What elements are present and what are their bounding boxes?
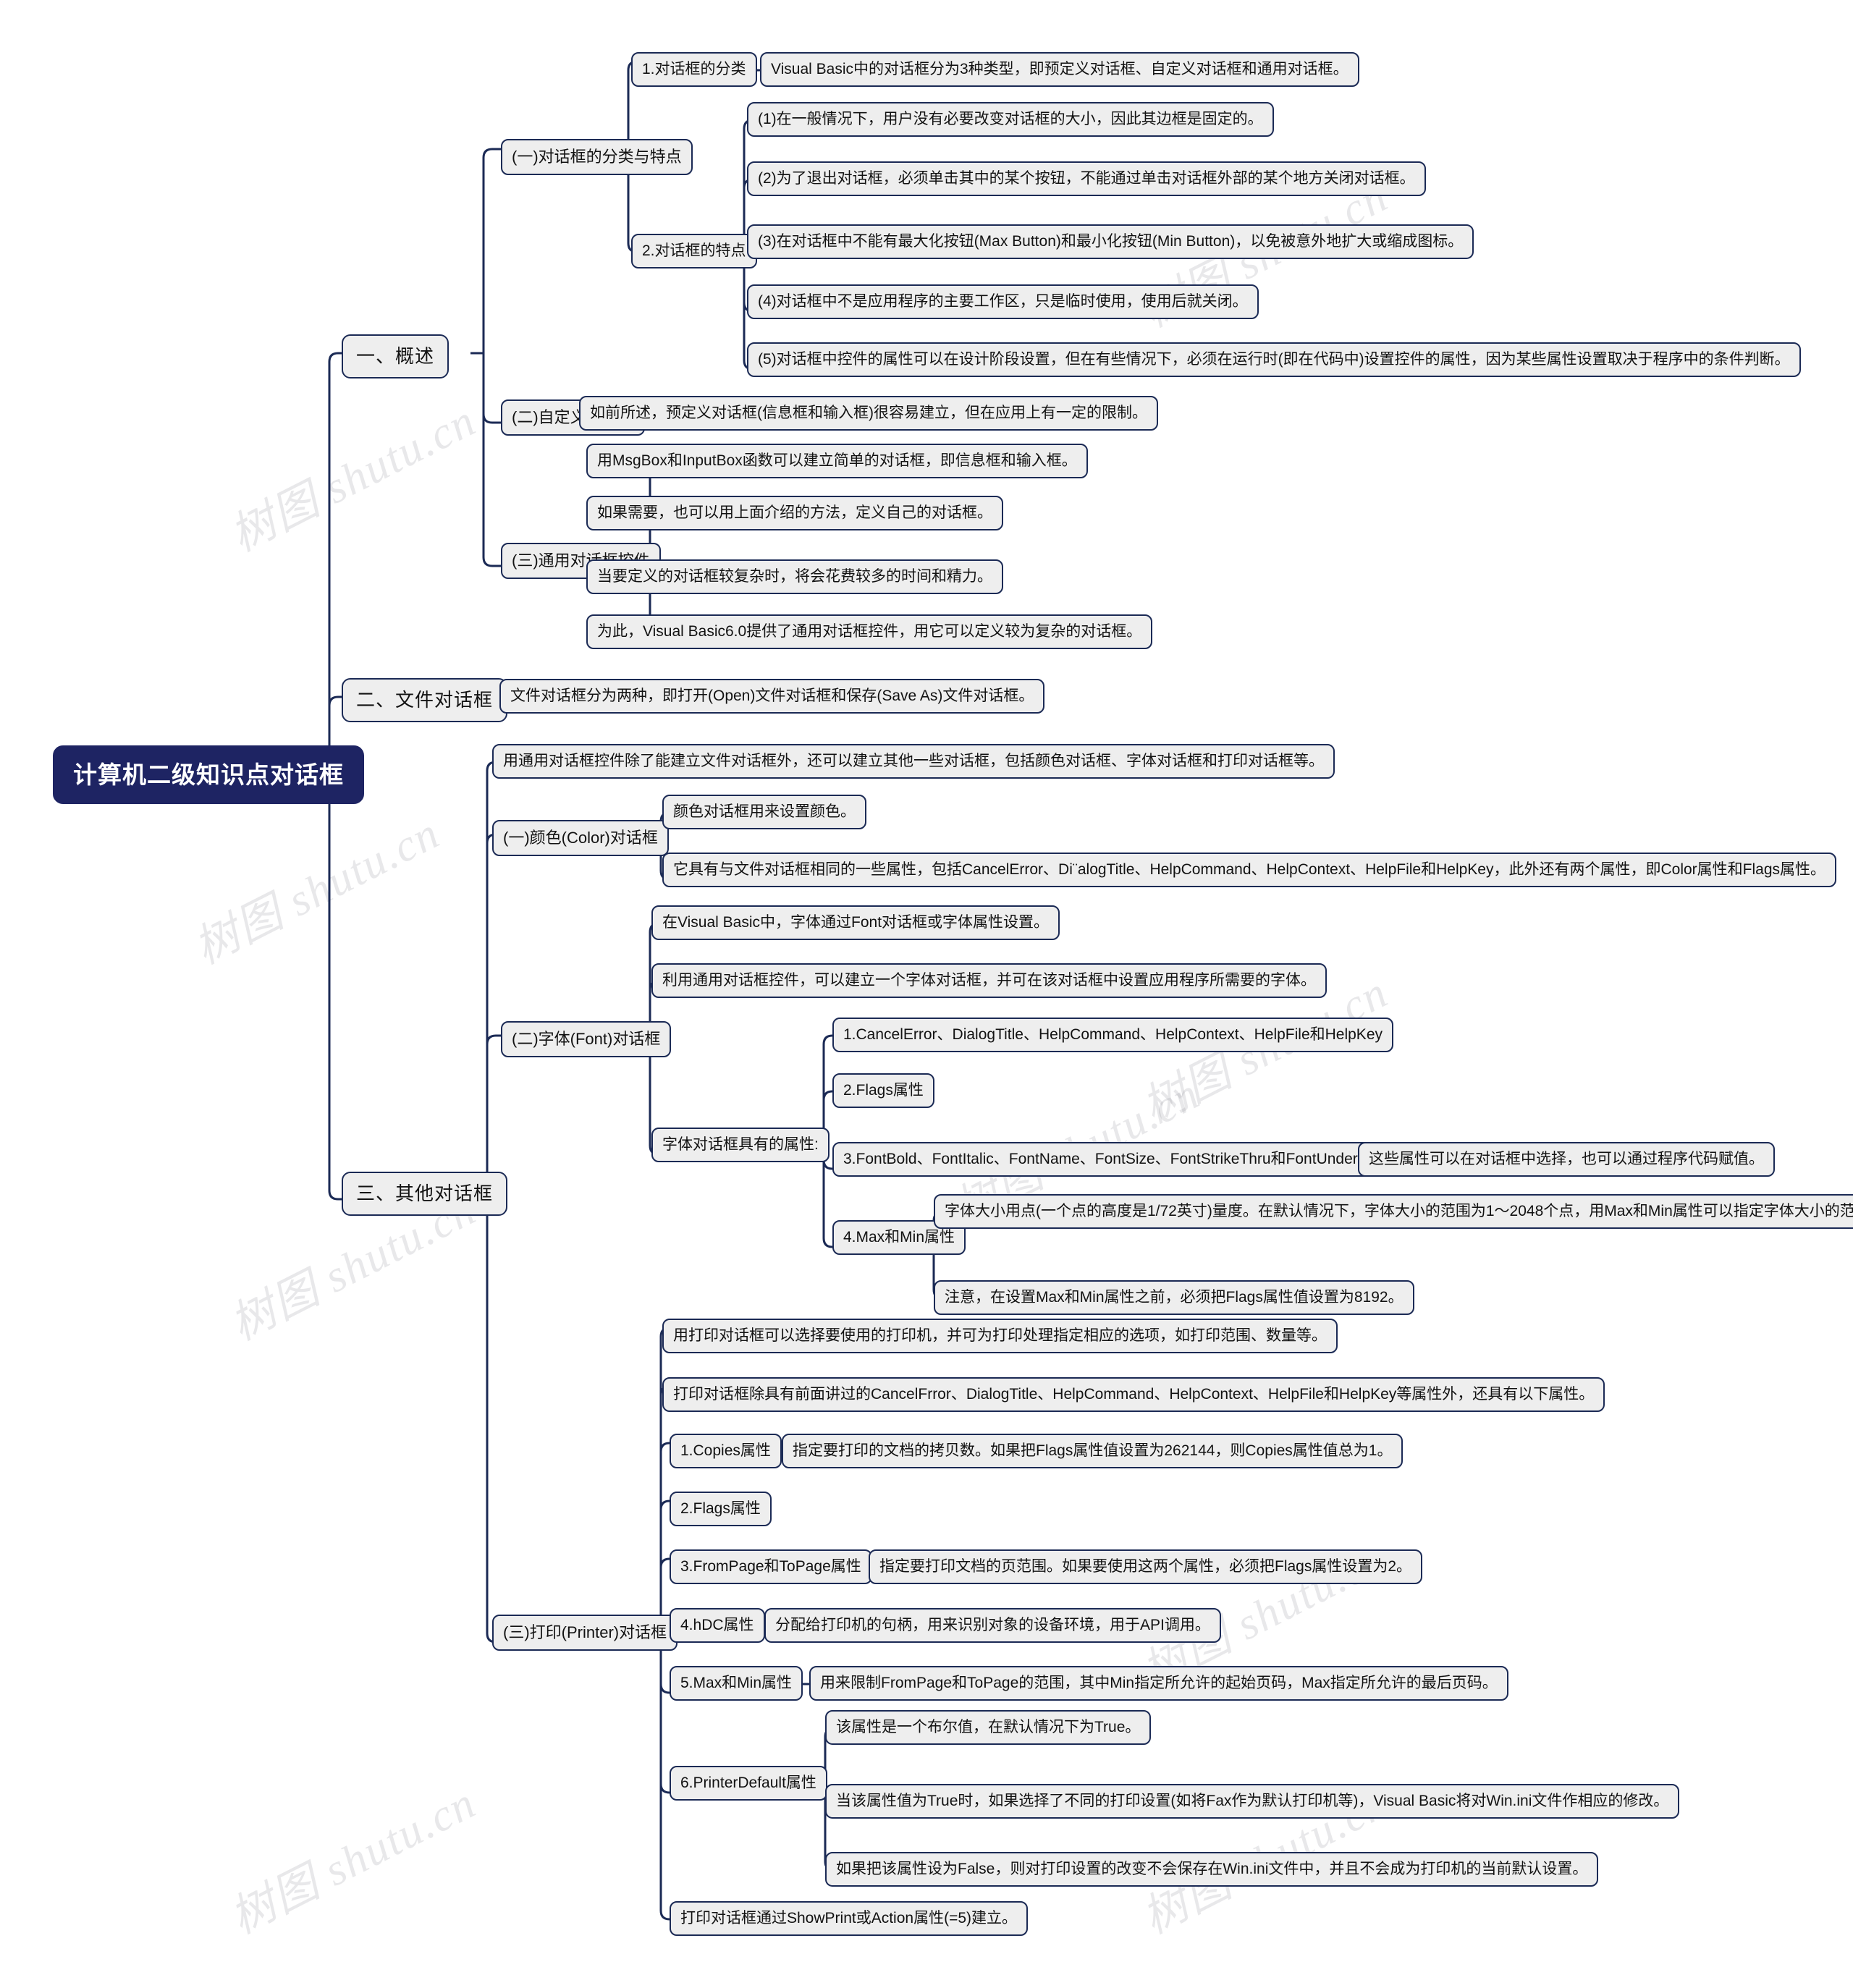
detail-font-prop-4b: 注意，在设置Max和Min属性之前，必须把Flags属性值设置为8192。 <box>934 1280 1414 1316</box>
watermark: 树图 shutu.cn <box>222 1777 484 1944</box>
detail-printer-prop-6c: 如果把该属性设为False，则对打印设置的改变不会保存在Win.ini文件中，并… <box>825 1852 1599 1887</box>
node-font-prop-2[interactable]: 2.Flags属性 <box>832 1073 934 1109</box>
detail-font-prop-4a: 字体大小用点(一个点的高度是1/72英寸)量度。在默认情况下，字体大小的范围为1… <box>934 1194 1853 1230</box>
detail-font-prop-3: 这些属性可以在对话框中选择，也可以通过程序代码赋值。 <box>1358 1142 1775 1177</box>
detail-printer-prop-5: 用来限制FromPage和ToPage的范围，其中Min指定所允许的起始页码，M… <box>809 1666 1508 1701</box>
node-font-prop-1[interactable]: 1.CancelError、DialogTitle、HelpCommand、He… <box>832 1018 1393 1053</box>
detail-printer-lead-1: 用打印对话框可以选择要使用的打印机，并可为打印处理指定相应的选项，如打印范围、数… <box>662 1319 1338 1354</box>
node-printer-prop-2[interactable]: 2.Flags属性 <box>670 1492 772 1527</box>
detail-common-control-3: 当要定义的对话框较复杂时，将会花费较多的时间和精力。 <box>586 559 1003 595</box>
branch-file-dialog[interactable]: 二、文件对话框 <box>342 678 508 722</box>
detail-color-dialog-1: 颜色对话框用来设置颜色。 <box>662 795 866 830</box>
detail-printer-prop-6b: 当该属性值为True时，如果选择了不同的打印设置(如将Fax作为默认打印机等)，… <box>825 1784 1680 1819</box>
detail-common-control-2: 如果需要，也可以用上面介绍的方法，定义自己的对话框。 <box>586 496 1003 531</box>
detail-printer-lead-2: 打印对话框除具有前面讲过的CancelFrror、DialogTitle、Hel… <box>662 1377 1605 1413</box>
node-printer-prop-1[interactable]: 1.Copies属性 <box>670 1434 782 1469</box>
detail-dialog-feature-2: (2)为了退出对话框，必须单击其中的某个按钮，不能通过单击对话框外部的某个地方关… <box>747 161 1426 197</box>
detail-printer-tail: 打印对话框通过ShowPrint或Action属性(=5)建立。 <box>670 1901 1029 1937</box>
node-printer-prop-6[interactable]: 6.PrinterDefault属性 <box>670 1766 827 1801</box>
detail-dialog-feature-4: (4)对话框中不是应用程序的主要工作区，只是临时使用，使用后就关闭。 <box>747 284 1259 320</box>
node-dialog-classification-features[interactable]: (一)对话框的分类与特点 <box>501 139 693 175</box>
node-printer-dialog[interactable]: (三)打印(Printer)对话框 <box>492 1615 678 1651</box>
detail-printer-prop-1: 指定要打印的文档的拷贝数。如果把Flags属性值设置为262144，则Copie… <box>782 1434 1404 1469</box>
detail-dialog-feature-1: (1)在一般情况下，用户没有必要改变对话框的大小，因此其边框是固定的。 <box>747 102 1274 138</box>
node-font-dialog[interactable]: (二)字体(Font)对话框 <box>501 1021 672 1057</box>
node-color-dialog[interactable]: (一)颜色(Color)对话框 <box>492 820 669 856</box>
node-font-properties[interactable]: 字体对话框具有的属性: <box>651 1128 830 1163</box>
node-font-prop-3[interactable]: 3.FontBold、FontItalic、FontName、FontSize、… <box>832 1142 1393 1177</box>
node-printer-prop-4[interactable]: 4.hDC属性 <box>670 1608 765 1644</box>
detail-font-dialog-1: 在Visual Basic中，字体通过Font对话框或字体属性设置。 <box>651 905 1060 941</box>
detail-common-control-1: 用MsgBox和InputBox函数可以建立简单的对话框，即信息框和输入框。 <box>586 444 1088 479</box>
detail-printer-prop-3: 指定要打印文档的页范围。如果要使用这两个属性，必须把Flags属性设置为2。 <box>869 1549 1423 1585</box>
detail-other-dialog-intro: 用通用对话框控件除了能建立文件对话框外，还可以建立其他一些对话框，包括颜色对话框… <box>492 744 1335 779</box>
detail-custom-dialog: 如前所述，预定义对话框(信息框和输入框)很容易建立，但在应用上有一定的限制。 <box>579 396 1158 431</box>
detail-file-dialog: 文件对话框分为两种，即打开(Open)文件对话框和保存(Save As)文件对话… <box>499 679 1045 714</box>
watermark: 树图 shutu.cn <box>186 808 448 974</box>
watermark: 树图 shutu.cn <box>222 395 484 562</box>
detail-common-control-4: 为此，Visual Basic6.0提供了通用对话框控件，用它可以定义较为复杂的… <box>586 614 1153 650</box>
root-node[interactable]: 计算机二级知识点对话框 <box>53 745 364 805</box>
detail-printer-prop-6a: 该属性是一个布尔值，在默认情况下为True。 <box>825 1710 1152 1746</box>
detail-color-dialog-2: 它具有与文件对话框相同的一些属性，包括CancelError、Di¨alogTi… <box>662 853 1837 888</box>
mindmap-canvas: 树图 shutu.cn 树图 shutu.cn 树图 shutu.cn 树图 s… <box>0 0 1853 1988</box>
node-printer-prop-3[interactable]: 3.FromPage和ToPage属性 <box>670 1549 872 1585</box>
detail-dialog-classification: Visual Basic中的对话框分为3种类型，即预定义对话框、自定义对话框和通… <box>760 52 1359 88</box>
detail-printer-prop-4: 分配给打印机的句柄，用来识别对象的设备环境，用于API调用。 <box>764 1608 1221 1644</box>
detail-dialog-feature-3: (3)在对话框中不能有最大化按钮(Max Button)和最小化按钮(Min B… <box>747 224 1474 260</box>
detail-font-dialog-2: 利用通用对话框控件，可以建立一个字体对话框，并可在该对话框中设置应用程序所需要的… <box>651 963 1327 999</box>
node-dialog-features[interactable]: 2.对话框的特点 <box>631 234 757 269</box>
branch-other-dialog[interactable]: 三、其他对话框 <box>342 1172 508 1216</box>
node-dialog-classification[interactable]: 1.对话框的分类 <box>631 52 757 88</box>
node-printer-prop-5[interactable]: 5.Max和Min属性 <box>670 1666 803 1701</box>
branch-overview[interactable]: 一、概述 <box>342 334 449 378</box>
detail-dialog-feature-5: (5)对话框中控件的属性可以在设计阶段设置，但在有些情况下，必须在运行时(即在代… <box>747 342 1801 378</box>
